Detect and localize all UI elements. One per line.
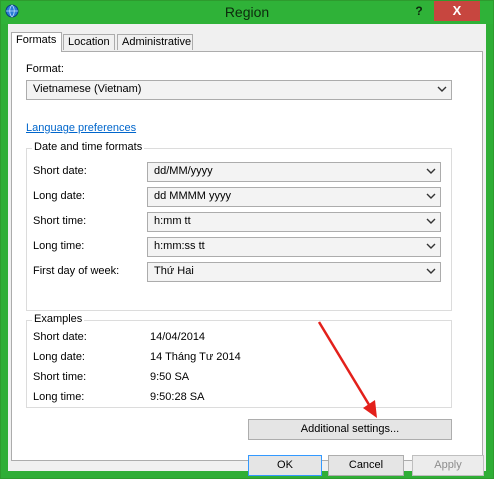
chevron-down-icon xyxy=(437,86,447,92)
help-button[interactable]: ? xyxy=(406,1,432,21)
tab-location[interactable]: Location xyxy=(63,34,115,50)
short-time-dropdown[interactable]: h:mm tt xyxy=(147,212,441,232)
chevron-down-icon xyxy=(426,168,436,174)
close-button[interactable]: X xyxy=(434,1,480,21)
short-date-label: Short date: xyxy=(33,165,87,177)
region-window: Region ? X Formats Location Administrati… xyxy=(0,0,494,479)
examples-title: Examples xyxy=(32,313,85,325)
language-preferences-link[interactable]: Language preferences xyxy=(26,122,136,134)
example-long-date-label: Long date: xyxy=(33,351,85,363)
chevron-down-icon xyxy=(426,218,436,224)
example-long-time-value: 9:50:28 SA xyxy=(150,391,205,403)
example-short-date-value: 14/04/2014 xyxy=(150,331,206,343)
example-short-time-value: 9:50 SA xyxy=(150,371,190,383)
first-day-of-week-dropdown[interactable]: Thứ Hai xyxy=(147,262,441,282)
cancel-button[interactable]: Cancel xyxy=(328,455,404,476)
example-long-time-label: Long time: xyxy=(33,391,85,403)
format-label: Format: xyxy=(26,63,64,75)
long-time-dropdown[interactable]: h:mm:ss tt xyxy=(147,237,441,257)
chevron-down-icon xyxy=(426,268,436,274)
long-time-label: Long time: xyxy=(33,240,85,252)
long-date-dropdown[interactable]: dd MMMM yyyy xyxy=(147,187,441,207)
formats-panel: Format: Vietnamese (Vietnam) Language pr… xyxy=(11,51,483,461)
tab-administrative[interactable]: Administrative xyxy=(117,34,193,50)
example-long-date-value: 14 Tháng Tư 2014 xyxy=(150,351,241,363)
first-day-of-week-value: Thứ Hai xyxy=(154,265,194,277)
short-time-value: h:mm tt xyxy=(154,215,191,227)
tab-formats[interactable]: Formats xyxy=(11,32,62,52)
long-date-value: dd MMMM yyyy xyxy=(154,190,231,202)
short-date-value: dd/MM/yyyy xyxy=(154,165,213,177)
format-dropdown[interactable]: Vietnamese (Vietnam) xyxy=(26,80,452,100)
short-time-label: Short time: xyxy=(33,215,87,227)
chevron-down-icon xyxy=(426,243,436,249)
chevron-down-icon xyxy=(426,193,436,199)
ok-button[interactable]: OK xyxy=(248,455,322,476)
annotation-arrow xyxy=(317,321,377,418)
title-bar[interactable]: Region ? X xyxy=(1,1,493,24)
long-date-label: Long date: xyxy=(33,190,85,202)
example-short-time-label: Short time: xyxy=(33,371,87,383)
date-time-formats-title: Date and time formats xyxy=(32,141,145,153)
first-day-of-week-label: First day of week: xyxy=(33,265,120,277)
long-time-value: h:mm:ss tt xyxy=(154,240,205,252)
dialog-body: Formats Location Administrative Format: … xyxy=(8,24,486,476)
example-short-date-label: Short date: xyxy=(33,331,87,343)
short-date-dropdown[interactable]: dd/MM/yyyy xyxy=(147,162,441,182)
date-time-formats-group: Date and time formats Short date: dd/MM/… xyxy=(26,141,452,311)
apply-button[interactable]: Apply xyxy=(412,455,484,476)
format-value: Vietnamese (Vietnam) xyxy=(33,83,142,95)
